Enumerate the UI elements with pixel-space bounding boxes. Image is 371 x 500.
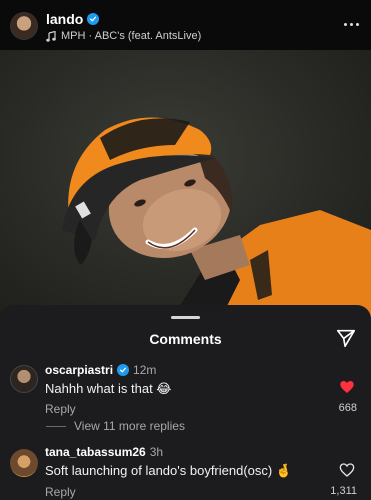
avatar[interactable] (10, 365, 38, 393)
like-count: 668 (338, 402, 357, 414)
music-track[interactable]: MPH · ABC's (feat. AntsLive) (46, 30, 201, 42)
verified-badge-icon (117, 364, 130, 376)
heart-filled-icon[interactable] (339, 379, 355, 395)
comment-time: 12m (133, 363, 157, 377)
paper-plane-icon[interactable] (335, 327, 357, 349)
music-note-icon (46, 30, 56, 42)
avatar[interactable] (10, 12, 38, 40)
reply-button[interactable]: Reply (45, 485, 76, 499)
more-dots-icon (343, 22, 347, 26)
heart-outline-icon[interactable] (339, 462, 355, 478)
reply-button[interactable]: Reply (45, 402, 76, 416)
comment-author[interactable]: oscarpiastri 12m (45, 363, 156, 377)
username-label[interactable]: lando (46, 11, 83, 27)
comments-sheet: Comments oscarpiastri 12m Nahhh what is … (0, 305, 371, 500)
photo-illustration (62, 117, 371, 320)
comment-username[interactable]: tana_tabassum26 (45, 445, 146, 459)
post-username[interactable]: lando (46, 11, 100, 27)
post-header: lando MPH · ABC's (feat. AntsLive) (0, 0, 371, 50)
drag-handle[interactable] (171, 316, 200, 319)
like-count: 1,311 (330, 485, 357, 497)
sheet-title: Comments (149, 331, 222, 347)
verified-badge-icon (87, 13, 100, 25)
more-button[interactable] (341, 16, 361, 32)
post-photo[interactable] (0, 50, 371, 320)
comment-username[interactable]: oscarpiastri (45, 363, 113, 377)
music-track-label: MPH · ABC's (feat. AntsLive) (61, 30, 202, 42)
view-more-replies[interactable]: View 11 more replies (46, 419, 185, 433)
comment-text: Nahhh what is that 😂 (45, 381, 172, 396)
avatar[interactable] (10, 449, 38, 477)
comment-text: Soft launching of lando's boyfriend(osc)… (45, 463, 293, 478)
comment-author[interactable]: tana_tabassum26 3h (45, 445, 163, 459)
comment-time: 3h (149, 445, 164, 459)
